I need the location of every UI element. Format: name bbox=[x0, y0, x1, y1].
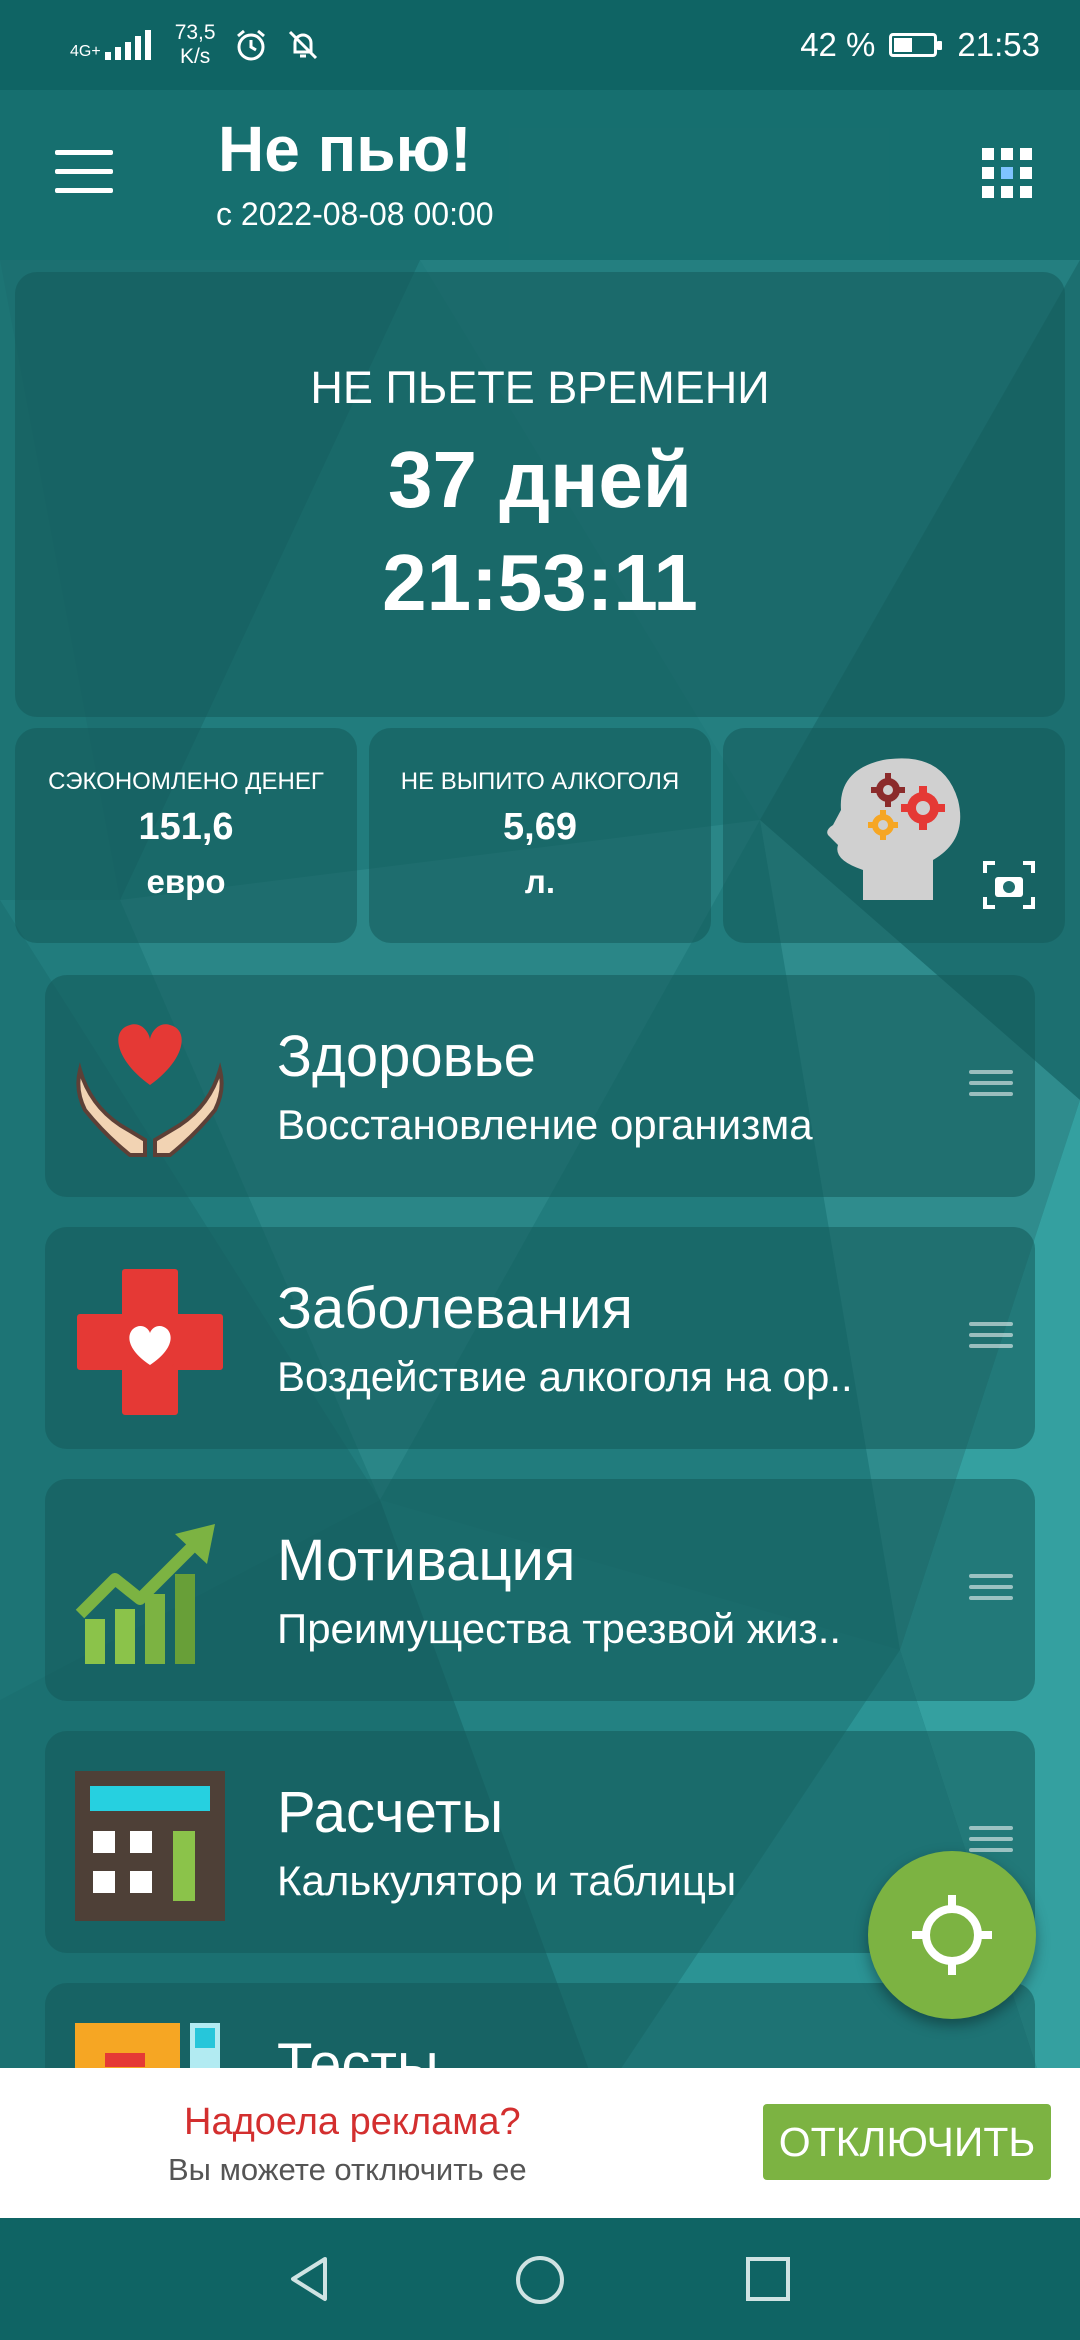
crosshair-icon bbox=[912, 1895, 992, 1975]
network-type: 4G+ bbox=[70, 43, 101, 60]
stat-value: 5,69 bbox=[503, 806, 577, 848]
app-title: Не пью! bbox=[218, 113, 472, 185]
recents-icon[interactable] bbox=[745, 2256, 791, 2302]
ad-banner: Надоела реклама? Вы можете отключить ее … bbox=[0, 2068, 1080, 2218]
clock: 21:53 bbox=[957, 26, 1040, 63]
status-bar: 4G+ 73,5 K/s 42 % 21:53 bbox=[0, 0, 1080, 90]
home-icon[interactable] bbox=[514, 2254, 566, 2306]
menu-item-health[interactable]: Здоровье Восстановление организма bbox=[45, 975, 1035, 1197]
battery-icon bbox=[889, 33, 943, 57]
menu-title: Расчеты bbox=[277, 1780, 504, 1845]
signal-icon: 4G+ bbox=[70, 30, 157, 60]
menu-item-diseases[interactable]: Заболевания Воздействие алкоголя на ор.. bbox=[45, 1227, 1035, 1449]
menu-subtitle: Преимущества трезвой жиз.. bbox=[277, 1605, 842, 1652]
menu-item-motivation[interactable]: Мотивация Преимущества трезвой жиз.. bbox=[45, 1479, 1035, 1701]
notifications-off-icon bbox=[288, 30, 317, 60]
ad-title: Надоела реклама? bbox=[184, 2101, 521, 2143]
menu-title: Заболевания bbox=[277, 1276, 633, 1341]
stat-label: СЭКОНОМЛЕНО ДЕНЕГ bbox=[48, 768, 324, 795]
stat-label: НЕ ВЫПИТО АЛКОГОЛЯ bbox=[400, 768, 680, 795]
brain-card[interactable] bbox=[723, 728, 1065, 943]
drag-handle-icon[interactable] bbox=[969, 1574, 1013, 1608]
menu-title: Здоровье bbox=[277, 1024, 536, 1089]
counter-days: 37 дней bbox=[388, 435, 692, 524]
network-speed: 73,5 K/s bbox=[175, 21, 216, 69]
ad-subtitle: Вы можете отключить ее bbox=[168, 2152, 527, 2187]
hamburger-icon[interactable] bbox=[55, 150, 113, 194]
stat-value: 151,6 bbox=[138, 806, 234, 848]
menu-title: Мотивация bbox=[277, 1528, 576, 1593]
battery-percent: 42 % bbox=[800, 26, 876, 63]
stat-unit: евро bbox=[146, 863, 226, 900]
back-icon[interactable] bbox=[285, 2254, 335, 2304]
growth-chart-icon bbox=[75, 1524, 215, 1664]
money-saved-card[interactable]: СЭКОНОМЛЕНО ДЕНЕГ 151,6 евро bbox=[15, 728, 357, 943]
system-nav-bar bbox=[0, 2218, 1080, 2340]
app-bar: Не пью! с 2022-08-08 00:00 bbox=[0, 90, 1080, 260]
counter-time: 21:53:11 bbox=[382, 538, 698, 627]
sobriety-counter-card[interactable]: НЕ ПЬЕТЕ ВРЕМЕНИ 37 дней 21:53:11 bbox=[15, 272, 1065, 717]
speed-unit: K/s bbox=[179, 45, 211, 68]
alarm-icon bbox=[236, 29, 265, 61]
counter-label: НЕ ПЬЕТЕ ВРЕМЕНИ bbox=[310, 362, 770, 413]
camera-icon[interactable] bbox=[983, 861, 1035, 909]
menu-subtitle: Калькулятор и таблицы bbox=[277, 1857, 737, 1904]
locate-fab-button[interactable] bbox=[868, 1851, 1036, 2019]
drag-handle-icon[interactable] bbox=[969, 1070, 1013, 1104]
drag-handle-icon[interactable] bbox=[969, 1322, 1013, 1356]
speed-value: 73,5 bbox=[174, 21, 216, 44]
grid-icon[interactable] bbox=[982, 148, 1032, 198]
disable-ads-button[interactable]: ОТКЛЮЧИТЬ bbox=[763, 2104, 1051, 2180]
head-gears-icon bbox=[827, 758, 961, 900]
alcohol-not-drunk-card[interactable]: НЕ ВЫПИТО АЛКОГОЛЯ 5,69 л. bbox=[369, 728, 711, 943]
menu-subtitle: Восстановление организма bbox=[277, 1101, 813, 1148]
heart-hands-icon bbox=[76, 1024, 224, 1157]
stat-unit: л. bbox=[524, 863, 556, 900]
app-subtitle: с 2022-08-08 00:00 bbox=[216, 196, 494, 232]
medical-cross-icon bbox=[77, 1269, 223, 1415]
menu-subtitle: Воздействие алкоголя на ор.. bbox=[277, 1353, 853, 1400]
calculator-icon bbox=[75, 1771, 225, 1921]
